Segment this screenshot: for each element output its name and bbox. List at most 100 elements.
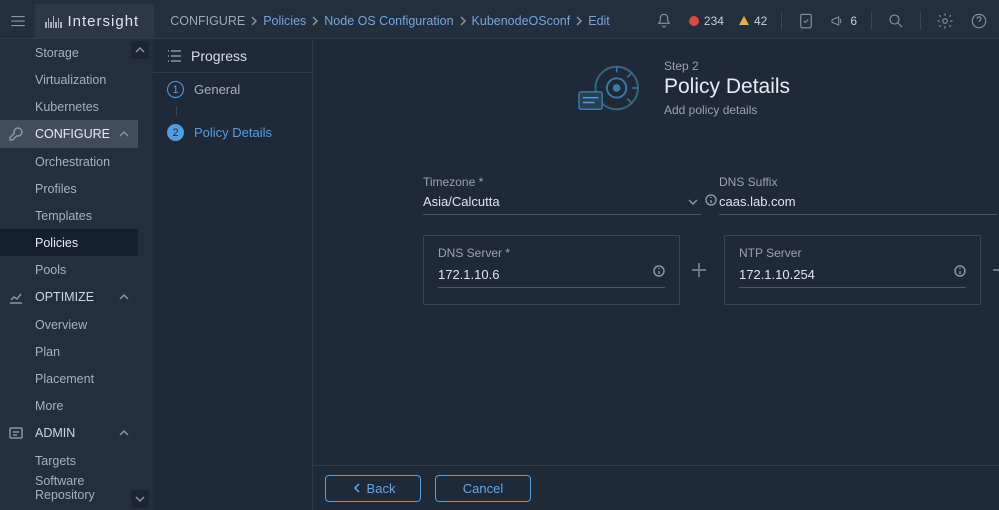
notifications-button[interactable] <box>654 11 674 31</box>
warning-alerts[interactable]: 42 <box>738 14 767 28</box>
sidebar-item-plan[interactable]: Plan <box>0 338 138 365</box>
timezone-label: Timezone * <box>423 175 701 189</box>
tasks-button[interactable] <box>796 11 816 31</box>
chevron-up-icon <box>118 291 130 303</box>
chevron-right-icon <box>306 16 324 26</box>
breadcrumb-kubenodeosconf[interactable]: KubenodeOSconf <box>472 14 571 28</box>
progress-pane: Progress 1 General 2 Policy Details <box>153 39 313 510</box>
critical-icon <box>688 15 700 27</box>
timezone-select[interactable]: Asia/Calcutta <box>423 191 701 215</box>
chevron-left-icon <box>351 482 363 494</box>
admin-icon <box>8 425 24 441</box>
breadcrumb-policies[interactable]: Policies <box>263 14 306 28</box>
add-dns-server-button[interactable] <box>692 263 706 277</box>
divider <box>871 12 872 30</box>
step-general[interactable]: 1 General <box>153 73 312 106</box>
sidebar-section-configure[interactable]: CONFIGURE <box>0 120 138 148</box>
wizard-footer: Back Cancel <box>313 465 999 510</box>
chart-icon <box>8 289 24 305</box>
chevron-up-icon <box>118 427 130 439</box>
progress-header: Progress <box>153 39 312 73</box>
dns-suffix-input[interactable] <box>719 194 997 209</box>
dns-server-label: DNS Server * <box>438 246 665 260</box>
timezone-value: Asia/Calcutta <box>423 194 500 209</box>
page-subtitle: Add policy details <box>664 103 790 117</box>
list-icon <box>167 48 183 64</box>
sidebar-item-overview[interactable]: Overview <box>0 311 138 338</box>
menu-toggle-button[interactable] <box>0 4 35 39</box>
dns-server-input[interactable] <box>438 267 665 282</box>
back-button[interactable]: Back <box>325 475 421 502</box>
ntp-server-label: NTP Server <box>739 246 966 260</box>
sidebar-item-policies[interactable]: Policies <box>0 229 138 256</box>
help-icon <box>970 12 988 30</box>
sidebar-item-orchestration[interactable]: Orchestration <box>0 148 138 175</box>
help-button[interactable] <box>969 11 989 31</box>
policy-icon <box>573 59 648 119</box>
settings-button[interactable] <box>935 11 955 31</box>
cisco-logo-icon <box>45 14 62 28</box>
dns-suffix-field: DNS Suffix <box>719 175 997 215</box>
sidebar-item-profiles[interactable]: Profiles <box>0 175 138 202</box>
hamburger-icon <box>9 12 27 30</box>
sidebar-item-pools[interactable]: Pools <box>0 256 138 283</box>
bell-icon <box>655 12 673 30</box>
sidebar: Storage Virtualization Kubernetes CONFIG… <box>0 39 153 510</box>
chevron-down-icon <box>687 196 699 208</box>
megaphone-icon <box>830 13 846 29</box>
step-indicator: Step 2 <box>664 59 790 73</box>
page-title: Policy Details <box>664 75 790 99</box>
critical-alerts[interactable]: 234 <box>688 14 724 28</box>
sidebar-scroll-down[interactable] <box>131 490 149 508</box>
sidebar-item-placement[interactable]: Placement <box>0 365 138 392</box>
warning-icon <box>738 15 750 27</box>
timezone-field: Timezone * Asia/Calcutta <box>423 175 701 215</box>
add-ntp-server-button[interactable] <box>993 263 999 277</box>
sidebar-item-storage[interactable]: Storage <box>0 39 138 66</box>
step-connector <box>176 106 177 116</box>
header-actions: 234 42 6 <box>654 11 999 31</box>
timezone-info[interactable] <box>705 193 717 205</box>
chevron-right-icon <box>454 16 472 26</box>
chevron-right-icon <box>245 16 263 26</box>
brand[interactable]: Intersight <box>35 4 154 39</box>
step-label: Policy Details <box>194 125 272 140</box>
divider <box>920 12 921 30</box>
sidebar-section-optimize[interactable]: OPTIMIZE <box>0 283 138 311</box>
ntp-server-card: NTP Server <box>724 235 981 305</box>
dns-server-info[interactable] <box>653 264 665 282</box>
breadcrumb-node-os-configuration[interactable]: Node OS Configuration <box>324 14 453 28</box>
sidebar-item-kubernetes[interactable]: Kubernetes <box>0 93 138 120</box>
sidebar-item-templates[interactable]: Templates <box>0 202 138 229</box>
chevron-right-icon <box>570 16 588 26</box>
chevron-up-icon <box>118 128 130 140</box>
cancel-button[interactable]: Cancel <box>435 475 531 502</box>
ntp-server-info[interactable] <box>954 264 966 282</box>
page-heading: Step 2 Policy Details Add policy details <box>573 59 790 119</box>
sidebar-item-software-repository[interactable]: Software Repository <box>0 474 138 501</box>
ntp-server-input[interactable] <box>739 267 966 282</box>
dns-suffix-label: DNS Suffix <box>719 175 997 189</box>
sidebar-item-virtualization[interactable]: Virtualization <box>0 66 138 93</box>
breadcrumb-edit[interactable]: Edit <box>588 14 610 28</box>
sidebar-item-targets[interactable]: Targets <box>0 447 138 474</box>
sidebar-item-more[interactable]: More <box>0 392 138 419</box>
step-label: General <box>194 82 240 97</box>
step-policy-details[interactable]: 2 Policy Details <box>153 116 312 149</box>
search-icon <box>887 12 905 30</box>
breadcrumb: CONFIGURE Policies Node OS Configuration… <box>154 14 654 28</box>
critical-count: 234 <box>704 14 724 28</box>
content-area: Step 2 Policy Details Add policy details… <box>313 39 999 510</box>
warning-count: 42 <box>754 14 767 28</box>
search-button[interactable] <box>886 11 906 31</box>
gear-icon <box>936 12 954 30</box>
sidebar-section-admin[interactable]: ADMIN <box>0 419 138 447</box>
app-header: Intersight CONFIGURE Policies Node OS Co… <box>0 4 999 39</box>
sidebar-scroll-up[interactable] <box>131 41 149 59</box>
step-number: 1 <box>167 81 184 98</box>
clipboard-icon <box>797 12 815 30</box>
step-number: 2 <box>167 124 184 141</box>
wrench-icon <box>8 126 24 142</box>
announcements-count: 6 <box>850 14 857 28</box>
announcements[interactable]: 6 <box>830 13 857 29</box>
